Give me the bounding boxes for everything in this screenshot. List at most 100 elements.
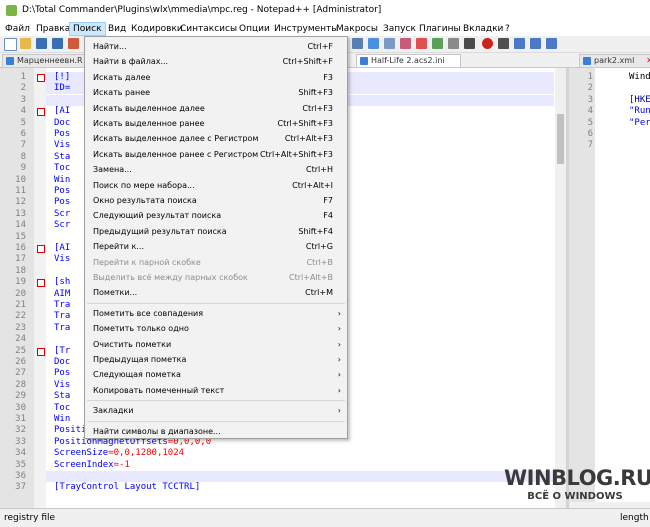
menu-item-select-find-next-case[interactable]: Искать выделенное далее с Регистром Ctrl+…: [85, 131, 347, 146]
code-line[interactable]: Win: [54, 175, 70, 185]
code-line[interactable]: Vis: [54, 380, 70, 390]
code-line[interactable]: ScreenSize=0,0,1280,1024: [54, 448, 184, 458]
scrollbar-thumb[interactable]: [557, 114, 564, 164]
tab-half-life[interactable]: Half-Life 2.acs2.ini: [356, 54, 461, 67]
menu-item-bookmarks[interactable]: Закладки ›: [85, 403, 347, 418]
fold-toggle-icon[interactable]: [37, 108, 45, 117]
menu-item-previous-mark[interactable]: Предыдущая пометка ›: [85, 352, 347, 367]
code-line[interactable]: Tra: [54, 311, 70, 321]
code-line[interactable]: ID=: [54, 83, 70, 93]
code-line[interactable]: Pos: [54, 129, 70, 139]
code-line[interactable]: Vis: [54, 140, 70, 150]
menu-item-select-find-previous-case[interactable]: Искать выделенное ранее с Регистром Ctrl+…: [85, 147, 347, 162]
code-line[interactable]: Sta: [54, 391, 70, 401]
save-macro-icon[interactable]: [546, 38, 557, 49]
fold-toggle-icon[interactable]: [37, 347, 45, 356]
play-macro-icon[interactable]: [514, 38, 525, 49]
menu-item-next-mark[interactable]: Следующая пометка ›: [85, 367, 347, 382]
fold-toggle-icon[interactable]: [37, 245, 45, 253]
fold-toggle-icon[interactable]: [37, 279, 45, 288]
stop-macro-icon[interactable]: [498, 38, 509, 49]
code-line[interactable]: Wind: [629, 72, 650, 82]
menu-item-search-results-window[interactable]: Окно результата поиска F7: [85, 193, 347, 208]
menu-edit[interactable]: Правка: [33, 22, 73, 36]
code-line[interactable]: Doc: [54, 118, 70, 128]
code-line[interactable]: Scr: [54, 209, 70, 219]
menu-window[interactable]: Вкладки: [460, 22, 506, 36]
code-line[interactable]: [!]: [54, 72, 70, 82]
menu-item-find-previous[interactable]: Искать ранее Shift+F3: [85, 85, 347, 100]
menu-settings[interactable]: Опции: [236, 22, 273, 36]
menu-item-find-in-files[interactable]: Найти в файлах... Ctrl+Shift+F: [85, 54, 347, 69]
run-macro-multiple-icon[interactable]: [530, 38, 541, 49]
tab-file-1[interactable]: Марценнеевн.R: [2, 54, 87, 67]
indent-guide-icon[interactable]: [384, 38, 395, 49]
menu-item-find-next[interactable]: Искать далее F3: [85, 70, 347, 85]
close-icon[interactable]: [68, 38, 79, 49]
code-line[interactable]: "Run: [629, 106, 650, 116]
folder-workspace-icon[interactable]: [448, 38, 459, 49]
menu-macro[interactable]: Макросы: [333, 22, 381, 36]
menu-plugins[interactable]: Плагины: [416, 22, 464, 36]
code-line[interactable]: [HKE: [629, 95, 650, 105]
code-line[interactable]: [Tr: [54, 346, 70, 356]
tab-park2[interactable]: park2.xml ✕: [579, 54, 650, 67]
new-file-icon[interactable]: [4, 38, 17, 51]
secondary-editor-pane[interactable]: 1 Wind 2 3 [HKE 4 "Run 5 "Per 6 7: [569, 68, 650, 508]
menu-item-mark[interactable]: Пометки... Ctrl+M: [85, 285, 347, 300]
code-line[interactable]: Toc: [54, 163, 70, 173]
menu-item-next-search-result[interactable]: Следующий результат поиска F4: [85, 208, 347, 223]
code-line[interactable]: Toc: [54, 403, 70, 413]
monitoring-icon[interactable]: [464, 38, 475, 49]
code-line[interactable]: AIM: [54, 289, 70, 299]
menu-item-mark-all[interactable]: Пометить все совпадения ›: [85, 306, 347, 321]
menu-item-go-to[interactable]: Перейти к... Ctrl+G: [85, 239, 347, 254]
code-line[interactable]: ScreenIndex=-1: [54, 460, 130, 470]
menu-view[interactable]: Вид: [105, 22, 129, 36]
lang-icon[interactable]: [400, 38, 411, 49]
menu-item-mark-one[interactable]: Пометить только одно ›: [85, 321, 347, 336]
doc-map-icon[interactable]: [416, 38, 427, 49]
code-line[interactable]: "Per: [629, 118, 650, 128]
code-line[interactable]: Win: [54, 414, 70, 424]
code-line[interactable]: Vis: [54, 254, 70, 264]
menu-search[interactable]: Поиск: [69, 22, 106, 36]
code-line[interactable]: Pos: [54, 368, 70, 378]
show-all-chars-icon[interactable]: [368, 38, 379, 49]
save-icon[interactable]: [36, 38, 47, 49]
open-file-icon[interactable]: [20, 38, 31, 49]
function-list-icon[interactable]: [432, 38, 443, 49]
menu-item-select-find-previous[interactable]: Искать выделенное ранее Ctrl+Shift+F3: [85, 116, 347, 131]
word-wrap-icon[interactable]: [352, 38, 363, 49]
code-line[interactable]: [AI: [54, 106, 70, 116]
menu-item-clear-marks[interactable]: Очистить пометки ›: [85, 337, 347, 352]
code-line[interactable]: [AI: [54, 243, 70, 253]
menu-item-select-between-braces[interactable]: Выделить всё между парных скобок Ctrl+Alt…: [85, 270, 347, 285]
record-macro-icon[interactable]: [482, 38, 493, 49]
menu-item-find[interactable]: Найти... Ctrl+F: [85, 39, 347, 54]
code-line[interactable]: Tra: [54, 300, 70, 310]
tab-close-icon[interactable]: ✕: [646, 55, 650, 67]
code-line[interactable]: Doc: [54, 357, 70, 367]
menu-item-select-find-next[interactable]: Искать выделенное далее Ctrl+F3: [85, 101, 347, 116]
code-line[interactable]: Pos: [54, 197, 70, 207]
menu-file[interactable]: Файл: [2, 22, 33, 36]
menu-item-previous-search-result[interactable]: Предыдущий результат поиска Shift+F4: [85, 224, 347, 239]
menu-run[interactable]: Запуск: [380, 22, 419, 36]
menu-item-find-chars-in-range[interactable]: Найти символы в диапазоне...: [85, 424, 347, 439]
menu-tools[interactable]: Инструменты: [271, 22, 341, 36]
menu-help[interactable]: ?: [502, 22, 513, 36]
code-line[interactable]: Pos: [54, 186, 70, 196]
fold-toggle-icon[interactable]: [37, 74, 45, 82]
code-line[interactable]: [TrayControl Layout TCCTRL]: [54, 482, 200, 492]
save-all-icon[interactable]: [52, 38, 63, 49]
menu-item-replace[interactable]: Замена... Ctrl+H: [85, 162, 347, 177]
menu-language[interactable]: Синтаксисы: [177, 22, 240, 36]
menu-item-go-to-matching-brace[interactable]: Перейти к парной скобке Ctrl+B: [85, 255, 347, 270]
menu-item-copy-marked-text[interactable]: Копировать помеченный текст ›: [85, 383, 347, 398]
code-line[interactable]: [sh: [54, 277, 70, 287]
menu-item-incremental-search[interactable]: Поиск по мере набора... Ctrl+Alt+I: [85, 178, 347, 193]
code-line[interactable]: Scr: [54, 220, 70, 230]
code-line[interactable]: Tra: [54, 323, 70, 333]
code-line[interactable]: Sta: [54, 152, 70, 162]
